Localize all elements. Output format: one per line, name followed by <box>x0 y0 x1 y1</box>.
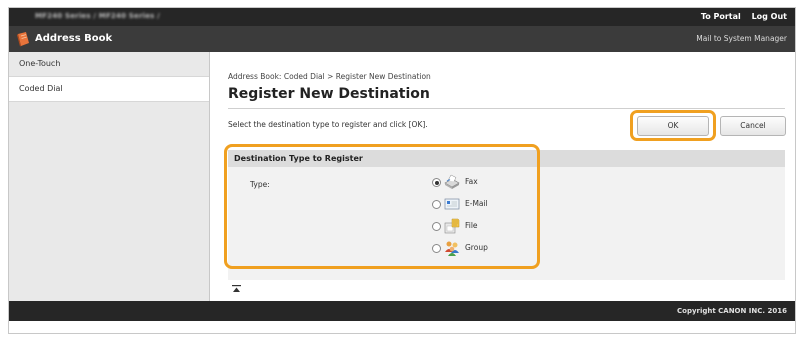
log-out-link[interactable]: Log Out <box>752 12 787 21</box>
address-book-icon <box>17 32 29 47</box>
email-label: E-Mail <box>465 199 488 208</box>
group-label: Group <box>465 243 488 252</box>
file-radio[interactable] <box>432 222 441 231</box>
copyright-text: Copyright CANON INC. 2016 <box>677 307 787 315</box>
mail-to-system-manager-link[interactable]: Mail to System Manager <box>696 34 787 43</box>
fax-radio[interactable] <box>432 178 441 187</box>
page-header-title: Address Book <box>35 33 113 44</box>
section-highlight <box>224 144 540 269</box>
back-to-top-icon[interactable] <box>232 285 241 293</box>
top-links: To Portal Log Out <box>693 12 787 21</box>
footer: Copyright CANON INC. 2016 <box>9 301 795 321</box>
breadcrumb: Address Book: Coded Dial > Register New … <box>228 72 431 81</box>
sidebar-item-one-touch[interactable]: One-Touch <box>9 52 209 77</box>
file-label: File <box>465 221 478 230</box>
file-icon <box>444 218 460 234</box>
email-radio[interactable] <box>432 200 441 209</box>
instruction-text: Select the destination type to register … <box>228 120 428 129</box>
type-label: Type: <box>250 180 270 189</box>
top-bar: MF240 Series / MF240 Series / To Portal … <box>9 8 795 26</box>
to-portal-link[interactable]: To Portal <box>701 12 741 21</box>
main-content: Address Book: Coded Dial > Register New … <box>210 52 795 301</box>
page-title: Register New Destination <box>228 86 430 102</box>
email-icon <box>444 198 460 210</box>
ok-button[interactable]: OK <box>637 116 709 136</box>
app-frame: MF240 Series / MF240 Series / To Portal … <box>8 7 796 334</box>
title-bar: Address Book Mail to System Manager <box>9 26 795 52</box>
sidebar-item-coded-dial[interactable]: Coded Dial <box>9 77 209 102</box>
group-radio[interactable] <box>432 244 441 253</box>
cancel-button[interactable]: Cancel <box>720 116 786 136</box>
title-divider <box>228 108 785 109</box>
group-icon <box>445 241 459 256</box>
device-name: MF240 Series / MF240 Series / <box>35 12 160 20</box>
fax-icon <box>444 174 460 189</box>
fax-label: Fax <box>465 177 478 186</box>
sidebar: One-Touch Coded Dial <box>9 52 210 301</box>
